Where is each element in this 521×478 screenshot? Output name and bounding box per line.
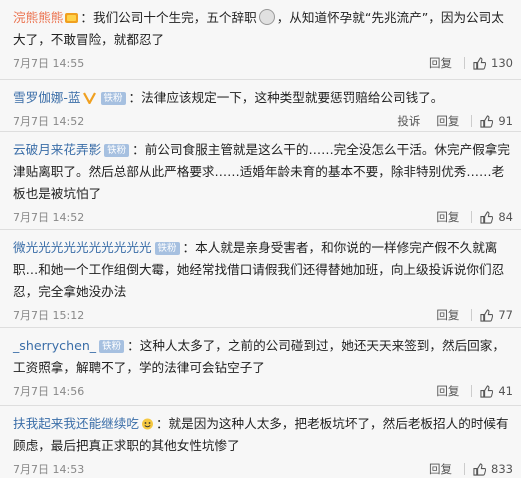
like-count: 91 xyxy=(498,114,513,128)
fan-badge: 铁粉 xyxy=(154,242,180,255)
thumbs-up-icon xyxy=(480,384,494,398)
divider xyxy=(471,385,473,397)
like-button[interactable]: 91 xyxy=(480,114,513,128)
like-button[interactable]: 833 xyxy=(473,462,513,476)
fan-badge: 铁粉 xyxy=(100,92,126,105)
comment-actions: 回复 41 xyxy=(436,383,513,399)
comment-item: 雪罗伽娜-蓝 铁粉 ：法律应该规定一下，这种类型就要惩罚赔给公司钱了。 7月7日 1… xyxy=(0,80,521,132)
emoji-icon xyxy=(258,9,275,25)
comment-username[interactable]: 微光光光光光光光光光光 xyxy=(13,240,152,255)
v-badge-icon xyxy=(82,92,96,104)
comment-username[interactable]: 浣熊熊熊 xyxy=(13,10,63,25)
reply-button[interactable]: 回复 xyxy=(429,55,452,71)
comment-item: _sherrychen_ 铁粉 ：这种人太多了，之前的公司碰到过，她还天天来签到，然… xyxy=(0,328,521,406)
thumbs-up-icon xyxy=(480,210,494,224)
comment-time: 7月7日 14:56 xyxy=(13,385,85,398)
comment-actions: 回复 833 xyxy=(429,461,513,477)
like-count: 84 xyxy=(498,210,513,224)
comment-time: 7月7日 14:52 xyxy=(13,115,85,128)
fan-badge: 铁粉 xyxy=(104,144,130,157)
divider xyxy=(464,57,466,69)
comment-body: _sherrychen_ 铁粉 ：这种人太多了，之前的公司碰到过，她还天天来签到，然… xyxy=(13,338,505,375)
divider xyxy=(471,309,473,321)
report-button[interactable]: 投诉 xyxy=(397,113,420,129)
thumbs-up-icon xyxy=(473,56,487,70)
comment-actions: 回复 84 xyxy=(436,209,513,225)
fan-badge: 铁粉 xyxy=(99,340,125,353)
reply-button[interactable]: 回复 xyxy=(436,113,459,129)
reply-button[interactable]: 回复 xyxy=(436,383,459,399)
comment-time: 7月7日 14:55 xyxy=(13,57,85,70)
comment-time: 7月7日 15:12 xyxy=(13,309,85,322)
comment-meta: 7月7日 14:55 回复 130 xyxy=(13,54,513,72)
reply-button[interactable]: 回复 xyxy=(436,209,459,225)
comment-body: 云破月来花弄影 铁粉 ：前公司食服主管就是这么干的……完全没怎么干活。休完产假拿完津… xyxy=(13,142,510,201)
like-button[interactable]: 77 xyxy=(480,308,513,322)
comment-time: 7月7日 14:52 xyxy=(13,211,85,224)
reply-button[interactable]: 回复 xyxy=(429,461,452,477)
comment-item: 扶我起来我还能继续吃 ：就是因为这种人太多，把老板坑坏了，然后老板招人的时候有顾虑… xyxy=(0,406,521,478)
thumbs-up-icon xyxy=(480,114,494,128)
comment-meta: 7月7日 14:52 投诉 回复 91 xyxy=(13,112,513,130)
comment-text: 我们公司十个生完，五个辞职 xyxy=(92,10,257,25)
divider xyxy=(471,115,473,127)
emoji-icon xyxy=(141,418,153,430)
vip-badge-icon xyxy=(65,13,79,23)
like-button[interactable]: 130 xyxy=(473,56,513,70)
comment-meta: 7月7日 14:53 回复 833 xyxy=(13,460,513,478)
like-count: 41 xyxy=(498,384,513,398)
comment-body: 雪罗伽娜-蓝 铁粉 ：法律应该规定一下，这种类型就要惩罚赔给公司钱了。 xyxy=(13,90,444,105)
comment-username[interactable]: 雪罗伽娜-蓝 xyxy=(13,90,81,105)
comment-text: 法律应该规定一下，这种类型就要惩罚赔给公司钱了。 xyxy=(141,90,444,105)
comment-body: 浣熊熊熊 ：我们公司十个生完，五个辞职 ，从知道怀孕就“先兆流产”，因为公司太大了，… xyxy=(13,9,504,47)
comment-username[interactable]: 云破月来花弄影 xyxy=(13,142,101,157)
like-count: 77 xyxy=(498,308,513,322)
like-button[interactable]: 84 xyxy=(480,210,513,224)
comment-item: 浣熊熊熊 ：我们公司十个生完，五个辞职 ，从知道怀孕就“先兆流产”，因为公司太大了，… xyxy=(0,0,521,80)
thumbs-up-icon xyxy=(473,462,487,476)
comment-meta: 7月7日 14:56 回复 41 xyxy=(13,382,513,400)
comment-item: 微光光光光光光光光光光 铁粉 ：本人就是亲身受害者，和你说的一样修完产假不久就离职…… xyxy=(0,230,521,328)
comment-body: 微光光光光光光光光光光 铁粉 ：本人就是亲身受害者，和你说的一样修完产假不久就离职…… xyxy=(13,240,505,299)
comment-username[interactable]: _sherrychen_ xyxy=(13,338,96,353)
comment-time: 7月7日 14:53 xyxy=(13,463,85,476)
comment-actions: 投诉 回复 91 xyxy=(397,113,513,129)
like-count: 833 xyxy=(491,462,513,476)
like-button[interactable]: 41 xyxy=(480,384,513,398)
comment-username[interactable]: 扶我起来我还能继续吃 xyxy=(13,416,139,431)
divider xyxy=(471,211,473,223)
thumbs-up-icon xyxy=(480,308,494,322)
comment-meta: 7月7日 14:52 回复 84 xyxy=(13,208,513,226)
comment-actions: 回复 130 xyxy=(429,55,513,71)
divider xyxy=(464,463,466,475)
comment-item: 云破月来花弄影 铁粉 ：前公司食服主管就是这么干的……完全没怎么干活。休完产假拿完津… xyxy=(0,132,521,230)
like-count: 130 xyxy=(491,56,513,70)
reply-button[interactable]: 回复 xyxy=(436,307,459,323)
comment-feed: 浣熊熊熊 ：我们公司十个生完，五个辞职 ，从知道怀孕就“先兆流产”，因为公司太大了，… xyxy=(0,0,521,478)
comment-body: 扶我起来我还能继续吃 ：就是因为这种人太多，把老板坑坏了，然后老板招人的时候有顾虑… xyxy=(13,416,509,453)
comment-actions: 回复 77 xyxy=(436,307,513,323)
comment-meta: 7月7日 15:12 回复 77 xyxy=(13,306,513,324)
